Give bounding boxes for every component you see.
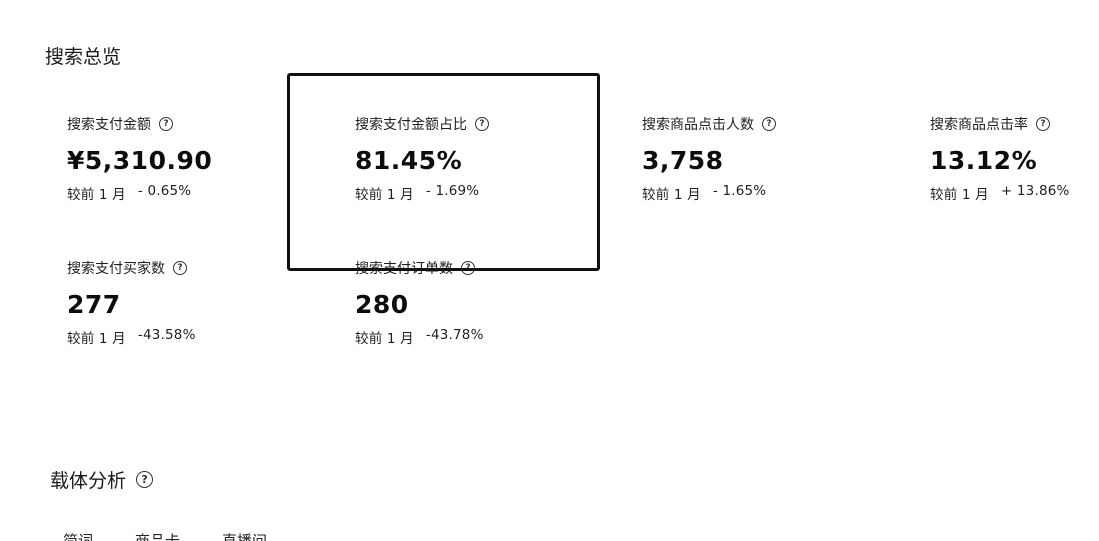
metric-compare: 较前 1 月 - 0.65% xyxy=(67,183,307,203)
tab-live-room[interactable]: 直播间 xyxy=(222,530,267,541)
metric-compare: 较前 1 月 + 13.86% xyxy=(930,183,1099,203)
metric-label-row: 搜索商品点击人数 ? xyxy=(642,114,882,134)
question-circle-icon[interactable]: ? xyxy=(461,261,475,275)
compare-period: 较前 1 月 xyxy=(930,187,989,203)
metric-compare: 较前 1 月 -43.58% xyxy=(67,327,307,347)
metric-search-click-rate: 搜索商品点击率 ? 13.12% 较前 1 月 + 13.86% xyxy=(930,114,1099,203)
metric-search-pay-ratio: 搜索支付金额占比 ? 81.45% 较前 1 月 - 1.69% xyxy=(355,114,595,203)
question-circle-icon[interactable]: ? xyxy=(1036,117,1050,131)
section-title-carrier-analysis: 载体分析 ? xyxy=(50,466,154,493)
metric-search-buyers: 搜索支付买家数 ? 277 较前 1 月 -43.58% xyxy=(67,258,307,347)
metric-search-click-users: 搜索商品点击人数 ? 3,758 较前 1 月 - 1.65% xyxy=(642,114,882,203)
metric-compare: 较前 1 月 - 1.65% xyxy=(642,183,882,203)
metric-label-row: 搜索支付订单数 ? xyxy=(355,258,595,278)
metric-compare: 较前 1 月 -43.78% xyxy=(355,327,595,347)
metric-search-pay-amount: 搜索支付金额 ? ¥5,310.90 较前 1 月 - 0.65% xyxy=(67,114,307,203)
compare-change: -43.58% xyxy=(137,327,196,343)
metric-label-row: 搜索支付金额占比 ? xyxy=(355,114,595,134)
metric-label: 搜索支付金额 xyxy=(67,117,151,133)
question-circle-icon[interactable]: ? xyxy=(475,117,489,131)
compare-period: 较前 1 月 xyxy=(642,187,701,203)
question-circle-icon[interactable]: ? xyxy=(762,117,776,131)
metric-label: 搜索商品点击率 xyxy=(930,117,1028,133)
metric-label: 搜索商品点击人数 xyxy=(642,117,754,133)
metric-value: 277 xyxy=(67,290,121,319)
section-title-text: 搜索总览 xyxy=(45,46,122,68)
compare-change: -43.78% xyxy=(425,327,484,343)
metric-value: 81.45% xyxy=(355,146,463,175)
compare-change: - 1.65% xyxy=(712,183,767,199)
metric-search-orders: 搜索支付订单数 ? 280 较前 1 月 -43.78% xyxy=(355,258,595,347)
compare-period: 较前 1 月 xyxy=(67,187,126,203)
compare-period: 较前 1 月 xyxy=(355,187,414,203)
section-title-search-overview: 搜索总览 xyxy=(45,42,121,69)
question-circle-icon[interactable]: ? xyxy=(173,261,187,275)
metric-compare: 较前 1 月 - 1.69% xyxy=(355,183,595,203)
metric-value: 3,758 xyxy=(642,146,724,175)
metric-label-row: 搜索支付金额 ? xyxy=(67,114,307,134)
metric-label: 搜索支付订单数 xyxy=(355,261,453,277)
metric-value: 280 xyxy=(355,290,409,319)
compare-change: - 1.69% xyxy=(425,183,480,199)
metric-label-row: 搜索商品点击率 ? xyxy=(930,114,1099,134)
question-circle-icon[interactable]: ? xyxy=(136,471,154,488)
tab-keyword[interactable]: 简词 xyxy=(63,530,93,541)
metric-label: 搜索支付金额占比 xyxy=(355,117,467,133)
search-overview-page: 搜索总览 搜索支付金额 ? ¥5,310.90 较前 1 月 - 0.65% 搜… xyxy=(0,0,1099,541)
question-circle-icon[interactable]: ? xyxy=(159,117,173,131)
carrier-tabs: 简词 商品卡 直播间 xyxy=(63,530,267,541)
compare-change: - 0.65% xyxy=(137,183,192,199)
metric-value: 13.12% xyxy=(930,146,1038,175)
tab-product-card[interactable]: 商品卡 xyxy=(135,530,180,541)
compare-change: + 13.86% xyxy=(1000,183,1070,199)
compare-period: 较前 1 月 xyxy=(355,331,414,347)
section-title-text: 载体分析 xyxy=(50,470,127,492)
metric-label: 搜索支付买家数 xyxy=(67,261,165,277)
metric-value: ¥5,310.90 xyxy=(67,146,213,175)
compare-period: 较前 1 月 xyxy=(67,331,126,347)
metric-label-row: 搜索支付买家数 ? xyxy=(67,258,307,278)
